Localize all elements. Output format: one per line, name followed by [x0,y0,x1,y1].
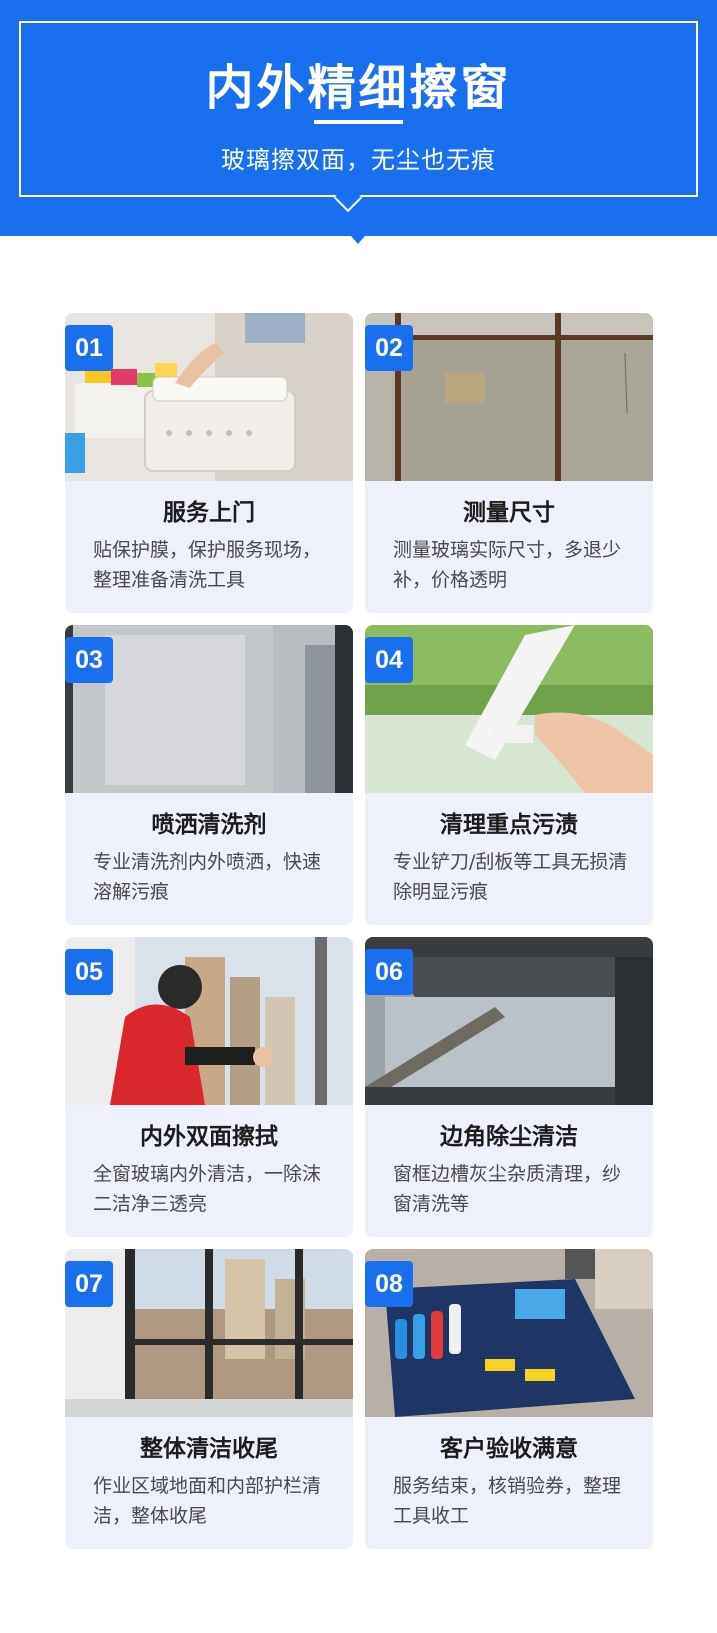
step-title: 整体清洁收尾 [140,1436,278,1462]
step-title: 边角除尘清洁 [440,1124,578,1150]
step-number-badge: 06 [365,949,413,995]
step-title: 内外双面擦拭 [140,1124,278,1150]
step-number-badge: 05 [65,949,113,995]
step-card: 04 清理重点污渍 专业铲刀/刮板等工具无损清除明显污痕 [365,625,653,925]
title-underline [314,120,403,124]
header-pointer [339,222,377,244]
step-title: 服务上门 [163,500,255,526]
step-number-badge: 03 [65,637,113,683]
page-subtitle: 玻璃擦双面，无尘也无痕 [221,146,496,174]
step-description: 窗框边槽灰尘杂质清理，纱窗清洗等 [393,1163,622,1215]
step-description: 贴保护膜，保护服务现场，整理准备清洗工具 [93,539,322,591]
photo-clean-view: 07 [65,1249,353,1417]
step-title: 清理重点污渍 [440,812,578,838]
step-title: 客户验收满意 [440,1436,578,1462]
step-description: 专业清洗剂内外喷洒，快速溶解污痕 [93,851,322,903]
step-card: 01 服务上门 贴保护膜，保护服务现场，整理准备清洗工具 [65,313,353,613]
step-card: 07 整体清洁收尾 作业区域地面和内部护栏清洁，整体收尾 [65,1249,353,1549]
step-card: 08 客户验收满意 服务结束，核销验券，整理工具收工 [365,1249,653,1549]
header-banner: 内外精细擦窗 玻璃擦双面，无尘也无痕 [0,0,717,236]
step-card: 06 边角除尘清洁 窗框边槽灰尘杂质清理，纱窗清洗等 [365,937,653,1237]
step-card: 03 喷洒清洗剂 专业清洗剂内外喷洒，快速溶解污痕 [65,625,353,925]
photo-foam-glass: 03 [65,625,353,793]
photo-window-frame: 06 [365,937,653,1105]
step-card: 02 测量尺寸 测量玻璃实际尺寸，多退少补，价格透明 [365,313,653,613]
photo-dirty-window: 02 [365,313,653,481]
step-card: 05 内外双面擦拭 全窗玻璃内外清洁，一除沫二洁净三透亮 [65,937,353,1237]
step-description: 专业铲刀/刮板等工具无损清除明显污痕 [393,851,628,903]
step-number-badge: 08 [365,1261,413,1307]
steps-grid: 01 服务上门 贴保护膜，保护服务现场，整理准备清洗工具 02 测量尺寸 测量玻… [65,313,653,1549]
step-description: 测量玻璃实际尺寸，多退少补，价格透明 [393,539,622,591]
step-description: 全窗玻璃内外清洁，一除沫二洁净三透亮 [93,1163,322,1215]
step-description: 作业区域地面和内部护栏清洁，整体收尾 [93,1475,322,1527]
photo-worker-window: 05 [65,937,353,1105]
photo-bucket-supplies: 01 [65,313,353,481]
step-title: 喷洒清洗剂 [151,812,267,838]
step-title: 测量尺寸 [463,500,555,526]
step-number-badge: 01 [65,325,113,371]
step-description: 服务结束，核销验券，整理工具收工 [393,1475,622,1527]
page-title: 内外精细擦窗 [205,60,512,116]
photo-tool-kit: 08 [365,1249,653,1417]
step-number-badge: 07 [65,1261,113,1307]
photo-squeegee-hand: 04 [365,625,653,793]
step-number-badge: 04 [365,637,413,683]
step-number-badge: 02 [365,325,413,371]
